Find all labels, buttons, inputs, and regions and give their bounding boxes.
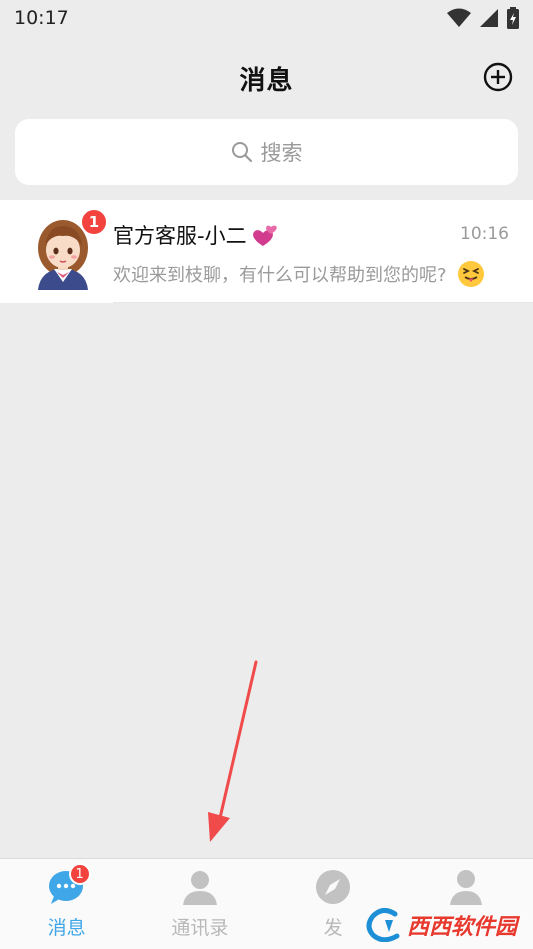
tab-me[interactable] (400, 859, 533, 949)
search-placeholder: 搜索 (260, 141, 303, 165)
tab-badge: 1 (68, 863, 91, 885)
tab-label-messages: 消息 (47, 917, 86, 939)
status-icons (447, 7, 519, 29)
tab-label-contacts: 通讯录 (171, 917, 229, 939)
tab-discover[interactable]: 发 (267, 859, 400, 949)
person-icon (446, 867, 486, 907)
unread-badge: 1 (80, 208, 108, 236)
chat-list-item[interactable]: 1 官方客服-小二 10:16 欢迎来到枝聊，有什么可以帮助到您的呢? (0, 200, 533, 303)
battery-icon (507, 7, 519, 29)
search-input[interactable]: 搜索 (15, 119, 518, 185)
status-time: 10:17 (14, 7, 69, 29)
bottom-tab-bar: 1 消息 通讯录 发 (0, 858, 533, 949)
chat-name-text: 官方客服-小二 (113, 224, 247, 248)
wifi-icon (447, 8, 471, 27)
search-icon (231, 142, 252, 163)
tab-label-discover: 发 (323, 917, 343, 939)
page-title: 消息 (239, 65, 294, 96)
status-bar: 10:17 (0, 0, 533, 36)
two-hearts-icon (252, 225, 277, 246)
header: 消息 (0, 50, 533, 106)
tab-messages[interactable]: 1 消息 (0, 859, 133, 949)
chat-preview-text: 欢迎来到枝聊，有什么可以帮助到您的呢? (113, 265, 447, 286)
compass-icon (313, 867, 353, 907)
chat-name: 官方客服-小二 (113, 220, 279, 250)
chat-time: 10:16 (460, 224, 509, 244)
chat-preview: 欢迎来到枝聊，有什么可以帮助到您的呢? (113, 260, 485, 288)
add-circle-icon[interactable] (483, 62, 513, 92)
row-divider (113, 302, 533, 303)
signal-icon (480, 9, 498, 27)
chat-bubble-icon: 1 (47, 863, 91, 907)
tab-contacts[interactable]: 通讯录 (133, 859, 266, 949)
contact-icon (180, 867, 220, 907)
tongue-emoji-icon (457, 261, 484, 287)
